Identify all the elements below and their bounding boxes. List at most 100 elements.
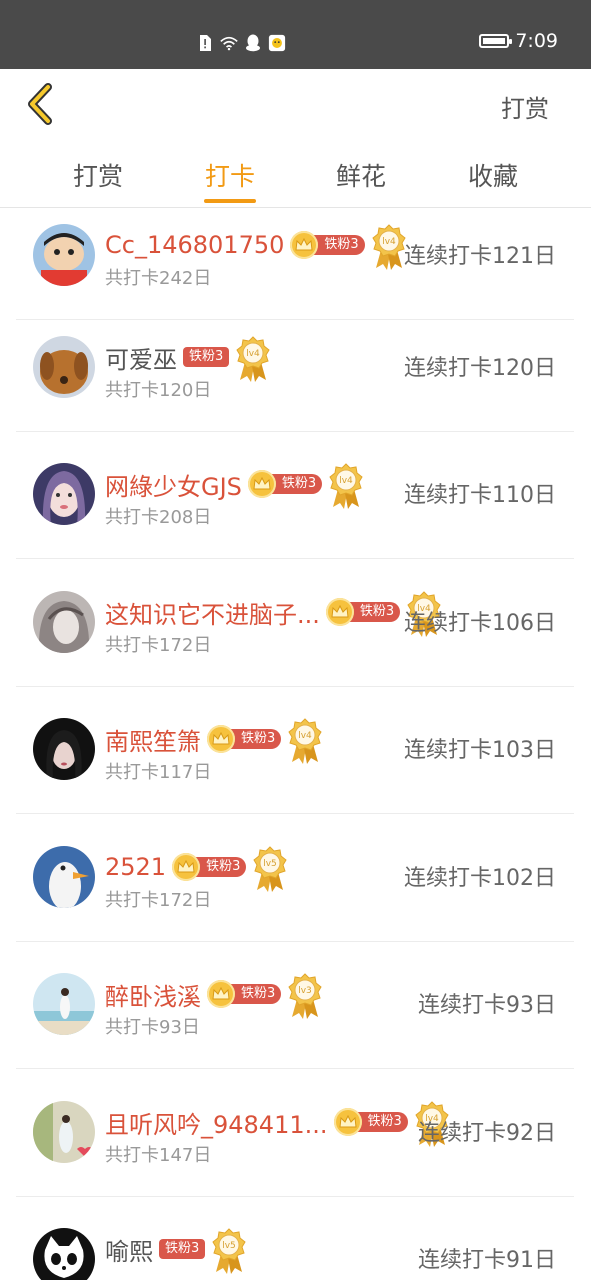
total-checkin-days: 共打卡147日	[105, 1145, 212, 1166]
name-line: 可爱巫 铁粉3 lv4	[105, 332, 271, 382]
user-name[interactable]: 喻熙	[105, 1232, 153, 1267]
total-checkin-days: 共打卡120日	[105, 380, 212, 401]
crown-icon	[172, 853, 201, 881]
fan-badge: 铁粉3	[172, 853, 247, 881]
list-item[interactable]: 喻熙 铁粉3 lv5 连续打卡91日	[16, 1196, 574, 1280]
chevron-left-icon	[28, 83, 52, 125]
fan-badge: 铁粉3	[207, 725, 282, 753]
level-medal-icon: lv4	[235, 336, 271, 382]
tab-checkin[interactable]: 打卡	[205, 157, 255, 193]
level-medal-icon: lv5	[252, 846, 288, 892]
user-name[interactable]: 2521	[105, 853, 166, 881]
level-text: lv4	[299, 731, 313, 741]
user-name[interactable]: 这知识它不进脑子...	[105, 595, 320, 630]
fan-level-label: 铁粉3	[159, 1239, 206, 1259]
total-checkin-days: 共打卡172日	[105, 635, 212, 656]
streak-days: 连续打卡93日	[418, 993, 556, 1018]
user-name[interactable]: 南熙笙箫	[105, 722, 201, 757]
name-line: Cc_146801750 铁粉3 lv4	[105, 220, 407, 270]
list-item[interactable]: 2521 铁粉3 lv5 共打卡172日 连续打卡102日	[16, 814, 574, 942]
list-item[interactable]: 且听风吟_948411... 铁粉3 lv4 共打卡147日 连续打卡92日	[16, 1069, 574, 1197]
name-line: 南熙笙箫 铁粉3 lv4	[105, 714, 323, 764]
back-button[interactable]	[22, 83, 58, 125]
level-medal-icon: lv3	[287, 973, 323, 1019]
avatar[interactable]	[33, 463, 95, 525]
qq-icon	[244, 34, 262, 52]
total-checkin-days: 共打卡93日	[105, 1017, 200, 1038]
clock: 7:09	[515, 30, 558, 52]
tab-bar: 打赏 打卡 鲜花 收藏	[0, 141, 591, 208]
total-checkin-days: 共打卡117日	[105, 762, 212, 783]
name-line: 醉卧浅溪 铁粉3 lv3	[105, 969, 323, 1019]
fan-badge: 铁粉3	[247, 470, 323, 498]
streak-days: 连续打卡92日	[418, 1121, 556, 1146]
level-text: lv4	[339, 476, 353, 486]
fan-badge: 铁粉3	[207, 980, 282, 1008]
checkin-list: Cc_146801750 铁粉3 lv4 共打卡242日 连续打卡121日 可爱巫 铁粉3 l…	[0, 208, 591, 1280]
level-text: lv4	[247, 349, 261, 359]
streak-days: 连续打卡103日	[404, 738, 556, 763]
streak-days: 连续打卡106日	[404, 611, 556, 636]
list-item[interactable]: 网綠少女GJS 铁粉3 lv4 共打卡208日 连续打卡110日	[16, 431, 574, 559]
avatar[interactable]	[33, 336, 95, 398]
name-line: 网綠少女GJS 铁粉3 lv4	[105, 459, 364, 509]
user-name[interactable]: 可爱巫	[105, 340, 177, 375]
user-name[interactable]: Cc_146801750	[105, 231, 284, 259]
crown-icon	[333, 1108, 362, 1136]
level-text: lv5	[223, 1241, 237, 1251]
list-item[interactable]: 这知识它不进脑子... 铁粉3 lv4 共打卡172日 连续打卡106日	[16, 559, 574, 687]
name-line: 这知识它不进脑子... 铁粉3 lv4	[105, 587, 442, 637]
top-bar: 打赏	[0, 69, 591, 141]
fan-level-label: 铁粉3	[183, 347, 230, 367]
level-medal-icon: lv4	[371, 224, 407, 270]
total-checkin-days: 共打卡208日	[105, 507, 212, 528]
streak-days: 连续打卡110日	[404, 483, 556, 508]
avatar[interactable]	[33, 718, 95, 780]
total-checkin-days: 共打卡242日	[105, 268, 212, 289]
fan-badge: 铁粉3	[183, 346, 230, 368]
avatar[interactable]	[33, 591, 95, 653]
total-checkin-days: 共打卡172日	[105, 890, 212, 911]
user-name[interactable]: 且听风吟_948411...	[105, 1105, 328, 1140]
crown-icon	[247, 470, 276, 498]
list-item[interactable]: 可爱巫 铁粉3 lv4 共打卡120日 连续打卡120日	[16, 304, 574, 432]
user-name[interactable]: 醉卧浅溪	[105, 977, 201, 1012]
list-item[interactable]: 南熙笙箫 铁粉3 lv4 共打卡117日 连续打卡103日	[16, 686, 574, 814]
tab-reward[interactable]: 打赏	[73, 157, 123, 193]
battery-icon	[479, 34, 513, 48]
list-item[interactable]: 醉卧浅溪 铁粉3 lv3 共打卡93日 连续打卡93日	[16, 941, 574, 1069]
crown-icon	[325, 598, 354, 626]
reward-button[interactable]: 打赏	[501, 89, 549, 124]
active-tab-indicator	[204, 199, 256, 203]
avatar[interactable]	[33, 224, 95, 286]
user-name[interactable]: 网綠少女GJS	[105, 467, 242, 502]
app-notification-icon	[268, 34, 286, 52]
avatar[interactable]	[33, 1101, 95, 1163]
level-medal-icon: lv5	[211, 1228, 247, 1274]
fan-badge: 铁粉3	[290, 231, 365, 259]
notification-icons	[196, 34, 286, 52]
streak-days: 连续打卡121日	[404, 244, 556, 269]
tab-flowers[interactable]: 鲜花	[336, 157, 386, 193]
wifi-icon	[220, 34, 238, 52]
name-line: 喻熙 铁粉3 lv5	[105, 1224, 247, 1274]
name-line: 2521 铁粉3 lv5	[105, 842, 288, 892]
avatar[interactable]	[33, 1228, 95, 1280]
avatar[interactable]	[33, 846, 95, 908]
fan-badge: 铁粉3	[159, 1238, 206, 1260]
sim-alert-icon	[196, 34, 214, 52]
name-line: 且听风吟_948411... 铁粉3 lv4	[105, 1097, 450, 1147]
level-medal-icon: lv4	[328, 463, 364, 509]
level-text: lv5	[264, 859, 278, 869]
crown-icon	[207, 725, 235, 753]
avatar[interactable]	[33, 973, 95, 1035]
streak-days: 连续打卡102日	[404, 866, 556, 891]
streak-days: 连续打卡120日	[404, 356, 556, 381]
tab-favorites[interactable]: 收藏	[468, 157, 518, 193]
level-text: lv4	[382, 237, 396, 247]
streak-days: 连续打卡91日	[418, 1248, 556, 1273]
status-right: 7:09	[479, 30, 558, 52]
level-text: lv3	[299, 986, 313, 996]
level-medal-icon: lv4	[287, 718, 323, 764]
crown-icon	[207, 980, 235, 1008]
